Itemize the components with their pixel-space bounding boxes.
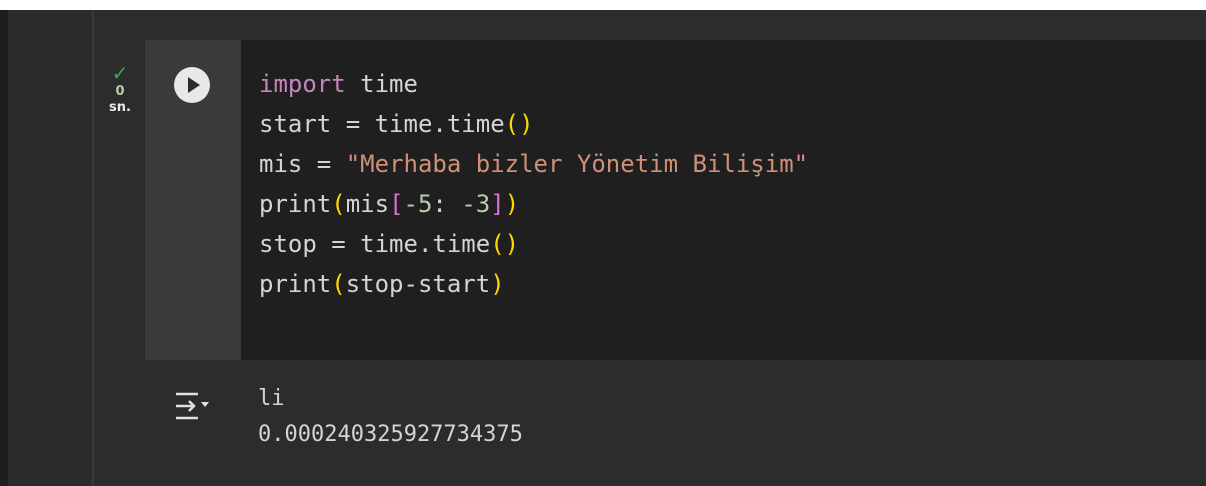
slice-end: -3 — [461, 190, 491, 218]
output-actions-icon — [176, 392, 209, 420]
run-cell-button[interactable] — [174, 67, 210, 103]
keyword-import: import — [259, 70, 346, 98]
call-print: print — [259, 190, 332, 218]
var-stop: stop — [259, 230, 317, 258]
check-icon: ✓ — [111, 61, 129, 85]
output-line-1: li — [258, 386, 285, 411]
code-line-3: mis = "Merhaba bizler Yönetim Bilişim" — [259, 150, 809, 178]
code-editor[interactable]: import time start = time.time() mis = "M… — [241, 40, 1206, 360]
code-line-1: import time — [259, 70, 418, 98]
top-strip — [0, 0, 1206, 10]
module-name: time — [360, 70, 418, 98]
output-line-2: 0.000240325927734375 — [258, 422, 523, 447]
var-mis-ref: mis — [345, 190, 390, 218]
left-pane — [8, 10, 92, 486]
slice-start: -5 — [403, 190, 433, 218]
var-mis: mis — [259, 150, 303, 178]
var-start: start — [259, 110, 332, 138]
code-line-6: print(stop-start) — [259, 270, 505, 298]
execution-duration-value: 0 — [115, 84, 125, 99]
code-line-5: stop = time.time() — [259, 230, 520, 258]
call-time-2: time.time — [360, 230, 491, 258]
code-line-2: start = time.time() — [259, 110, 534, 138]
execution-status: ✓ 0 sn. — [100, 61, 140, 116]
output-toggle-icon[interactable] — [172, 388, 212, 424]
code-line-4: print(mis[-5: -3]) — [259, 190, 520, 218]
expr-stop-start: stop-start — [345, 270, 491, 298]
execution-duration-unit: sn. — [109, 100, 131, 115]
call-time: time.time — [374, 110, 505, 138]
string-literal: "Merhaba bizler Yönetim Bilişim" — [345, 150, 809, 178]
cell-output: li 0.000240325927734375 — [258, 381, 523, 453]
play-icon — [188, 77, 200, 93]
code-block: import time start = time.time() mis = "M… — [259, 64, 808, 304]
call-print-2: print — [259, 270, 332, 298]
